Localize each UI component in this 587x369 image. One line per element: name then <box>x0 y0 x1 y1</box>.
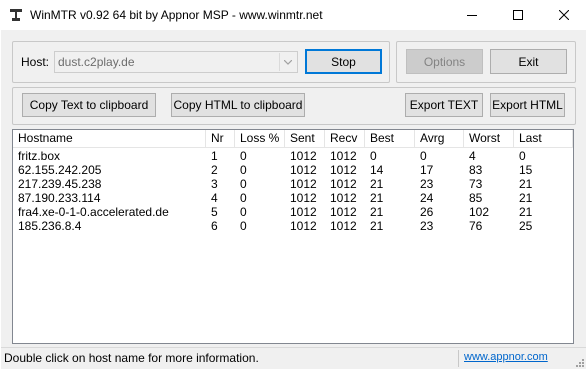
column-header-recv[interactable]: Recv <box>325 130 365 147</box>
column-header-nr[interactable]: Nr <box>206 130 235 147</box>
export-text-button[interactable]: Export TEXT <box>405 93 483 117</box>
table-row[interactable]: 62.155.242.205 2 0 1012 1012 14 17 83 15 <box>13 163 573 177</box>
table-row[interactable]: fritz.box 1 0 1012 1012 0 0 4 0 <box>13 149 573 163</box>
cell-loss: 0 <box>240 219 247 233</box>
column-header-hostname[interactable]: Hostname <box>13 130 206 147</box>
cell-recv: 1012 <box>330 177 357 191</box>
cell-avrg: 17 <box>420 163 434 177</box>
cell-nr: 1 <box>211 149 218 163</box>
cell-worst: 85 <box>469 191 483 205</box>
cell-worst: 102 <box>469 205 490 219</box>
cell-best: 0 <box>370 149 377 163</box>
cell-sent: 1012 <box>290 219 317 233</box>
host-label: Host: <box>21 55 50 69</box>
cell-loss: 0 <box>240 191 247 205</box>
window-title: WinMTR v0.92 64 bit by Appnor MSP - www.… <box>30 8 323 22</box>
host-combobox[interactable]: dust.c2play.de <box>54 51 298 73</box>
cell-avrg: 23 <box>420 177 434 191</box>
cell-loss: 0 <box>240 149 247 163</box>
title-bar: WinMTR v0.92 64 bit by Appnor MSP - www.… <box>0 0 587 30</box>
cell-avrg: 23 <box>420 219 434 233</box>
export-html-button[interactable]: Export HTML <box>490 93 565 117</box>
table-row[interactable]: 87.190.233.114 4 0 1012 1012 21 24 85 21 <box>13 191 573 205</box>
cell-hostname[interactable]: 87.190.233.114 <box>13 191 206 205</box>
cell-last: 21 <box>519 191 533 205</box>
cell-nr: 3 <box>211 177 218 191</box>
appnor-link[interactable]: www.appnor.com <box>464 351 548 363</box>
table-header: Hostname Nr Loss % Sent Recv Best Avrg Worst Las… <box>13 130 573 148</box>
cell-nr: 5 <box>211 205 218 219</box>
cell-sent: 1012 <box>290 163 317 177</box>
status-bar: Double click on host name for more infor… <box>1 347 586 369</box>
column-header-last[interactable]: Last <box>514 130 573 147</box>
cell-hostname[interactable]: fra4.xe-0-1-0.accelerated.de <box>13 205 206 219</box>
cell-avrg: 0 <box>420 149 427 163</box>
cell-sent: 1012 <box>290 205 317 219</box>
status-message: Double click on host name for more infor… <box>4 351 259 365</box>
cell-best: 21 <box>370 191 384 205</box>
cell-worst: 83 <box>469 163 483 177</box>
column-header-worst[interactable]: Worst <box>464 130 514 147</box>
stop-button[interactable]: Stop <box>305 49 382 74</box>
status-separator <box>458 350 459 367</box>
column-header-best[interactable]: Best <box>365 130 415 147</box>
hammer-anvil-icon <box>10 9 22 21</box>
maximize-icon <box>513 10 523 20</box>
cell-last: 25 <box>519 219 533 233</box>
cell-hostname[interactable]: fritz.box <box>13 149 206 163</box>
cell-worst: 73 <box>469 177 483 191</box>
column-header-avrg[interactable]: Avrg <box>415 130 464 147</box>
cell-hostname[interactable]: 62.155.242.205 <box>13 163 206 177</box>
cell-recv: 1012 <box>330 149 357 163</box>
table-row[interactable]: fra4.xe-0-1-0.accelerated.de 5 0 1012 1012 21… <box>13 205 573 219</box>
cell-last: 0 <box>519 149 526 163</box>
cell-nr: 4 <box>211 191 218 205</box>
cell-last: 21 <box>519 177 533 191</box>
cell-avrg: 24 <box>420 191 434 205</box>
close-icon <box>559 10 569 20</box>
cell-worst: 4 <box>469 149 476 163</box>
table-row[interactable]: 217.239.45.238 3 0 1012 1012 21 23 73 21 <box>13 177 573 191</box>
host-value: dust.c2play.de <box>58 55 135 69</box>
cell-best: 14 <box>370 163 384 177</box>
cell-nr: 6 <box>211 219 218 233</box>
cell-loss: 0 <box>240 205 247 219</box>
exit-button[interactable]: Exit <box>490 49 567 74</box>
cell-sent: 1012 <box>290 149 317 163</box>
minimize-button[interactable] <box>449 0 495 30</box>
options-button[interactable]: Options <box>406 49 483 74</box>
cell-hostname[interactable]: 217.239.45.238 <box>13 177 206 191</box>
resize-grip-icon[interactable] <box>574 357 584 367</box>
cell-best: 21 <box>370 205 384 219</box>
copy-text-button[interactable]: Copy Text to clipboard <box>22 93 156 117</box>
cell-recv: 1012 <box>330 163 357 177</box>
table-row[interactable]: 185.236.8.4 6 0 1012 1012 21 23 76 25 <box>13 219 573 233</box>
copy-html-button[interactable]: Copy HTML to clipboard <box>171 93 305 117</box>
cell-sent: 1012 <box>290 177 317 191</box>
cell-best: 21 <box>370 219 384 233</box>
cell-best: 21 <box>370 177 384 191</box>
cell-recv: 1012 <box>330 219 357 233</box>
cell-loss: 0 <box>240 177 247 191</box>
chevron-down-icon[interactable] <box>279 53 296 71</box>
column-header-loss[interactable]: Loss % <box>235 130 285 147</box>
cell-worst: 76 <box>469 219 483 233</box>
cell-recv: 1012 <box>330 205 357 219</box>
results-table[interactable]: Hostname Nr Loss % Sent Recv Best Avrg Worst Las… <box>12 129 574 344</box>
cell-loss: 0 <box>240 163 247 177</box>
cell-nr: 2 <box>211 163 218 177</box>
cell-last: 21 <box>519 205 533 219</box>
cell-sent: 1012 <box>290 191 317 205</box>
maximize-button[interactable] <box>495 0 541 30</box>
cell-recv: 1012 <box>330 191 357 205</box>
cell-avrg: 26 <box>420 205 434 219</box>
minimize-icon <box>467 15 477 16</box>
cell-last: 15 <box>519 163 533 177</box>
close-button[interactable] <box>541 0 587 30</box>
column-header-sent[interactable]: Sent <box>285 130 325 147</box>
cell-hostname[interactable]: 185.236.8.4 <box>13 219 206 233</box>
